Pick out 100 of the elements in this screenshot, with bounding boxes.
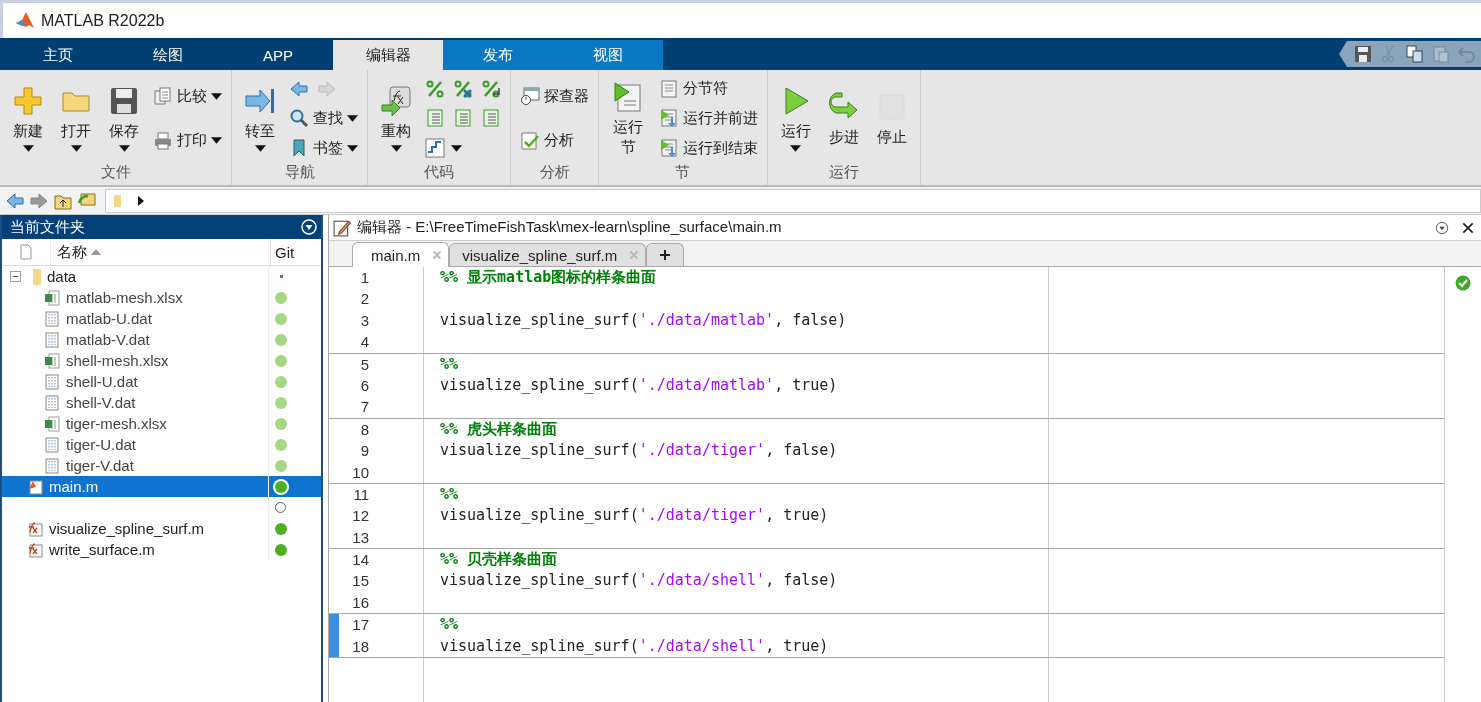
- code-line: %%: [440, 354, 459, 373]
- caret-icon: [347, 144, 358, 152]
- column-header[interactable]: Git: [271, 239, 321, 265]
- path-field[interactable]: [105, 188, 1481, 213]
- ribbon-button[interactable]: 书签: [286, 135, 361, 162]
- ribbon-button[interactable]: 运行: [773, 83, 818, 154]
- file-name[interactable]: write_surface.m: [49, 541, 155, 558]
- ribbon-button[interactable]: 分节符: [655, 75, 731, 102]
- new-tab-button[interactable]: [646, 243, 685, 266]
- line-number: 11: [352, 484, 369, 505]
- line-number: 7: [359, 397, 369, 418]
- column-header[interactable]: 名称: [51, 239, 271, 265]
- ribbon-button[interactable]: 运行节: [605, 79, 652, 158]
- function-file-icon: [27, 520, 43, 537]
- ribbon-tab[interactable]: 绘图: [113, 40, 223, 70]
- panel-title: 当前文件夹: [10, 217, 85, 237]
- file-name[interactable]: tiger-V.dat: [66, 457, 134, 474]
- run-arrow-down-icon: [658, 108, 679, 129]
- line-number: 3: [359, 310, 369, 331]
- data-file-icon: [44, 457, 60, 474]
- ribbon-button[interactable]: 重构: [374, 83, 418, 154]
- file-name[interactable]: matlab-mesh.xlsx: [66, 289, 183, 306]
- line-number: 18: [351, 636, 369, 657]
- file-name[interactable]: main.m: [49, 478, 99, 495]
- ribbon-group-label: 运行: [827, 163, 860, 182]
- document-lines-icon: [658, 78, 679, 99]
- file-name[interactable]: shell-U.dat: [66, 373, 138, 390]
- ribbon-button[interactable]: 查找: [286, 105, 361, 132]
- back-arrow-icon[interactable]: [5, 190, 25, 211]
- file-name[interactable]: matlab-U.dat: [66, 310, 152, 327]
- copy-icon[interactable]: [1405, 44, 1425, 64]
- file-name[interactable]: shell-mesh.xlsx: [66, 352, 169, 369]
- ribbon-tab[interactable]: 视图: [553, 40, 663, 70]
- printer-icon: [153, 130, 173, 151]
- ribbon-button[interactable]: 保存: [102, 83, 146, 154]
- ribbon-button[interactable]: 运行到结束: [655, 135, 761, 162]
- code-line: %%: [440, 484, 459, 503]
- ribbon-tab[interactable]: 主页: [3, 40, 113, 70]
- file-name[interactable]: matlab-V.dat: [66, 331, 150, 348]
- line-number: 15: [351, 571, 369, 592]
- ribbon-tab[interactable]: 发布: [443, 40, 553, 70]
- folder-icon: [112, 192, 124, 209]
- ribbon-button[interactable]: 步进: [821, 88, 866, 149]
- window-title: MATLAB R2022b: [41, 11, 165, 30]
- caret-icon: [118, 144, 130, 152]
- file-name[interactable]: data: [47, 268, 77, 285]
- file-name[interactable]: tiger-U.dat: [66, 436, 137, 453]
- line-number: 9: [359, 441, 369, 462]
- file-name[interactable]: tiger-mesh.xlsx: [66, 415, 167, 432]
- data-file-icon: [44, 331, 60, 348]
- collapse-icon[interactable]: [10, 271, 21, 282]
- ribbon-button[interactable]: 新建: [6, 83, 50, 154]
- line-number: 14: [351, 550, 369, 571]
- ribbon-button[interactable]: 运行并前进: [655, 105, 761, 132]
- percent-return-icon: [481, 78, 501, 99]
- caret-icon: [390, 144, 402, 152]
- ribbon-group-label: 代码: [423, 163, 455, 182]
- step-chart-icon: [425, 138, 445, 159]
- percent-cross-icon: [453, 78, 473, 99]
- ribbon-tab[interactable]: APP: [223, 40, 333, 70]
- spreadsheet-file-icon: [44, 415, 60, 432]
- ribbon-button[interactable]: 分析: [517, 127, 577, 154]
- ribbon-button[interactable]: 打开: [54, 83, 98, 154]
- sort-arrow-icon: [91, 249, 101, 255]
- data-file-icon: [44, 373, 60, 390]
- folder-icon: [33, 268, 41, 285]
- ribbon-button[interactable]: 转至: [238, 83, 282, 154]
- code-line: visualize_spline_surf('./data/tiger', false): [440, 441, 838, 460]
- spreadsheet-file-icon: [44, 352, 60, 369]
- caret-icon: [347, 115, 358, 122]
- function-arrow-icon: [380, 85, 412, 118]
- ribbon-button[interactable]: 比较: [150, 83, 225, 110]
- line-number: 16: [351, 592, 369, 613]
- check-document-icon: [520, 130, 540, 151]
- ribbon-button[interactable]: 探查器: [517, 83, 592, 110]
- file-name[interactable]: visualize_spline_surf.m: [49, 520, 205, 537]
- run-arrow-down-icon: [658, 138, 679, 159]
- ribbon-group-label: 导航: [283, 163, 316, 182]
- file-tab[interactable]: main.m: [352, 242, 450, 267]
- line-number: 10: [351, 462, 369, 483]
- line-number: 8: [359, 419, 369, 440]
- code-line: %%: [440, 615, 459, 634]
- breadcrumb-arrow-icon[interactable]: [138, 195, 144, 206]
- document-lines-icon: [425, 108, 445, 129]
- line-number: 2: [359, 289, 369, 310]
- selected-row[interactable]: main.m: [2, 476, 321, 497]
- function-file-icon: [27, 541, 43, 558]
- save-icon[interactable]: [1353, 44, 1373, 64]
- ribbon-tab[interactable]: 编辑器: [333, 40, 443, 70]
- ribbon-button[interactable]: 打印: [150, 127, 225, 154]
- ribbon-group-label: 分析: [538, 163, 571, 182]
- caret-icon: [790, 144, 801, 152]
- line-number: 6: [359, 375, 369, 396]
- dropdown-circle-icon[interactable]: [1435, 220, 1449, 235]
- code-line: visualize_spline_surf('./data/shell', false): [440, 571, 838, 590]
- file-name[interactable]: shell-V.dat: [66, 394, 136, 411]
- close-icon[interactable]: [1461, 220, 1475, 235]
- ribbon-group-label: 节: [674, 163, 692, 182]
- forward-arrow-icon[interactable]: [29, 190, 49, 211]
- file-tab[interactable]: visualize_spline_surf.m: [449, 243, 647, 266]
